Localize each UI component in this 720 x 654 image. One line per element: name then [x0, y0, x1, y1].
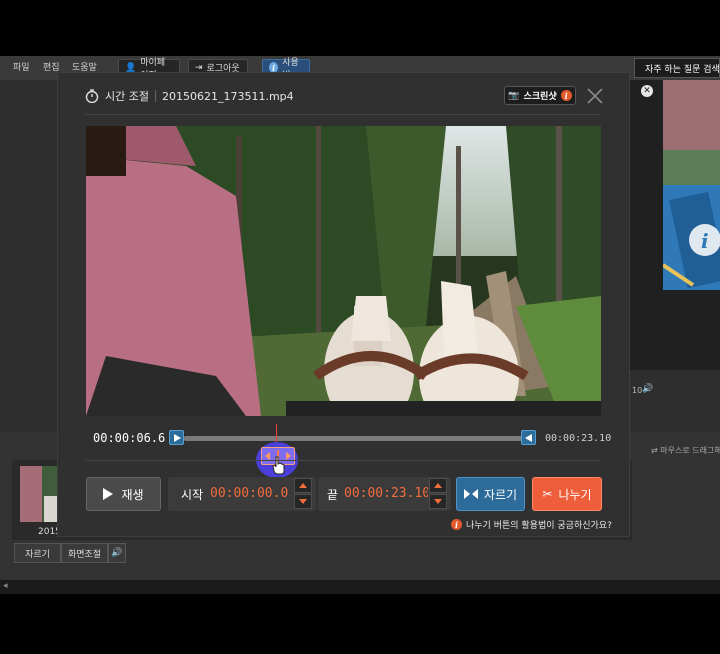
- hand-cursor-icon: [272, 456, 285, 475]
- arrow-up-icon: [299, 483, 307, 488]
- menu-file[interactable]: 파일: [13, 60, 30, 73]
- stopwatch-icon: [85, 89, 99, 103]
- logout-icon: ⇥: [195, 62, 203, 73]
- end-decrement-button[interactable]: [429, 494, 447, 509]
- trim-icon: [463, 489, 478, 499]
- dialog-header: 시간 조절 20150621_173511.mp4: [85, 88, 294, 104]
- video-preview[interactable]: [86, 126, 601, 416]
- end-increment-button[interactable]: [429, 478, 447, 493]
- start-decrement-button[interactable]: [294, 494, 312, 509]
- end-handle[interactable]: [521, 430, 536, 445]
- right-time: 10: [632, 386, 643, 395]
- play-left-icon: [524, 433, 532, 442]
- screenshot-button[interactable]: 📷 스크린샷 i: [504, 86, 576, 105]
- split-label: 나누기: [558, 487, 592, 502]
- title-separator: [154, 90, 156, 102]
- svg-text:i: i: [701, 229, 709, 253]
- play-icon: [103, 488, 114, 500]
- arrow-down-icon: [434, 499, 442, 504]
- screenshot-label: 스크린샷: [523, 92, 557, 102]
- crop-button[interactable]: 자르기: [14, 543, 61, 563]
- timeline-divider: [85, 460, 601, 461]
- start-handle[interactable]: [169, 430, 184, 445]
- scissors-icon: ✂: [542, 487, 553, 501]
- cut-label: 자르기: [483, 487, 518, 502]
- split-button[interactable]: ✂ 나누기: [532, 477, 602, 511]
- info-icon: i: [560, 90, 572, 101]
- horizontal-scrollbar[interactable]: ◂: [0, 580, 720, 594]
- drag-hint-text: 마우스로 드래그해: [660, 446, 720, 455]
- end-time: 00:00:23.10: [545, 433, 612, 444]
- screen-adjust-button[interactable]: 화면조절: [61, 543, 108, 563]
- split-help-link[interactable]: i 나누기 버튼의 활용법이 궁금하신가요?: [451, 518, 612, 531]
- camera-icon: 📷: [508, 90, 520, 101]
- play-label: 재생: [121, 487, 144, 502]
- dialog-title: 시간 조절: [105, 90, 149, 103]
- scroll-left-icon[interactable]: ◂: [3, 581, 8, 591]
- play-right-icon: [173, 433, 181, 442]
- start-time-value[interactable]: 00:00:00.0: [210, 486, 288, 501]
- cut-button[interactable]: 자르기: [456, 477, 525, 511]
- arrow-down-icon: [299, 499, 307, 504]
- timeline-track[interactable]: [184, 436, 522, 441]
- user-icon: 👤: [125, 62, 137, 73]
- end-time-value[interactable]: 00:00:23.10: [344, 486, 428, 501]
- file-name: 20150621_173511.mp4: [161, 89, 294, 103]
- volume-icon-right[interactable]: 🔊: [642, 384, 653, 394]
- start-increment-button[interactable]: [294, 478, 312, 493]
- arrow-up-icon: [434, 483, 442, 488]
- help-text: 나누기 버튼의 활용법이 궁금하신가요?: [466, 521, 612, 531]
- clip-thumbnail[interactable]: [20, 466, 58, 522]
- close-thumb-icon[interactable]: ✕: [641, 85, 653, 97]
- info-icon: i: [451, 519, 462, 530]
- faq-search[interactable]: 자주 하는 질문 검색: [634, 58, 720, 78]
- drag-hint: ⇄ 마우스로 드래그해: [651, 446, 720, 455]
- end-label: 끝: [327, 488, 339, 502]
- play-button[interactable]: 재생: [86, 477, 161, 511]
- current-time: 00:00:06.6: [93, 431, 166, 445]
- volume-icon[interactable]: 🔊: [108, 543, 126, 563]
- start-label: 시작: [181, 488, 204, 502]
- right-thumbnail: i: [663, 80, 720, 290]
- header-divider: [85, 114, 601, 115]
- close-icon[interactable]: [585, 86, 605, 106]
